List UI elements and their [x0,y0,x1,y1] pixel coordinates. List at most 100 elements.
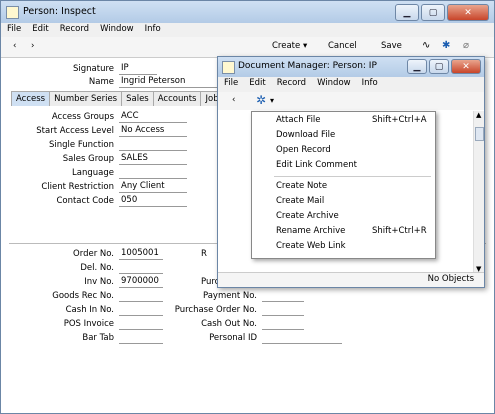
language-label: Language [72,168,114,178]
docmgr-menu-window[interactable]: Window [311,77,356,88]
start-access-level-field[interactable]: No Access [119,125,187,137]
menu-item-edit-link-comment[interactable]: Edit Link Comment [252,158,435,173]
menu-file[interactable]: File [1,23,26,34]
docmgr-app-icon [222,61,235,74]
language-field[interactable] [119,167,187,179]
menu-item-open-record[interactable]: Open Record [252,143,435,158]
inv-no-label: Inv No. [84,277,114,287]
menu-info[interactable]: Info [139,23,166,34]
bar-tab-field[interactable] [119,332,163,344]
tab-sales[interactable]: Sales [121,91,154,106]
docmgr-back-button[interactable]: ‹ [232,95,235,105]
menu-item-shortcut: Shift+Ctrl+R [372,226,427,236]
close-button[interactable]: ✕ [447,4,489,21]
menu-item-create-note[interactable]: Create Note [252,179,435,194]
payment-no-label: Payment No. [202,291,257,301]
docmgr-status-bar: No Objects [218,272,484,287]
sales-group-label: Sales Group [62,154,114,164]
purchase-order-no-label: Purchase Order No. [174,305,257,315]
window-title: Person: Inspect [23,6,96,17]
docmgr-maximize-button[interactable]: ▢ [429,59,449,74]
contact-code-label: Contact Code [56,196,114,206]
maximize-button[interactable]: ▢ [421,4,445,21]
save-button[interactable]: Save [381,41,402,51]
menu-item-rename-archive[interactable]: Rename Archive Shift+Ctrl+R [252,224,435,239]
personal-id-field[interactable] [262,332,342,344]
docmgr-menu-edit[interactable]: Edit [243,77,270,88]
cancel-button[interactable]: Cancel [328,41,357,51]
title-bar[interactable]: Person: Inspect ▁ ▢ ✕ [1,1,494,24]
cash-out-no-field[interactable] [262,318,304,330]
signature-icon[interactable]: ∿ [422,40,430,51]
docmgr-title-bar[interactable]: Document Manager: Person: IP ▁ ▢ ✕ [218,57,484,78]
docmgr-menu-info[interactable]: Info [356,77,383,88]
menu-item-label: Download File [276,130,336,140]
paperclip-icon[interactable]: ⌀ [463,40,469,51]
menu-item-label: Create Archive [276,211,339,221]
maximize-icon: ▢ [428,7,438,18]
menu-item-shortcut: Shift+Ctrl+A [372,115,427,125]
tab-number-series[interactable]: Number Series [49,91,123,106]
docmgr-minimize-button[interactable]: ▁ [407,59,427,74]
client-restriction-field[interactable]: Any Client [119,181,187,193]
payment-no-field[interactable] [262,290,304,302]
menu-item-label: Create Web Link [276,241,346,251]
maximize-icon: ▢ [434,61,444,72]
purchase-order-no-field[interactable] [262,304,304,316]
toolbar: ‹ › Create ▾ Cancel Save ∿ ✱ ⌀ [1,37,494,58]
single-function-field[interactable] [119,139,187,151]
docmgr-menu-bar: File Edit Record Window Info [218,77,484,92]
single-function-label: Single Function [49,140,114,150]
menu-window[interactable]: Window [94,23,139,34]
minimize-icon: ▁ [413,61,421,72]
signature-field[interactable]: IP [119,63,157,75]
del-no-label: Del. No. [80,263,114,273]
del-no-field[interactable] [119,262,163,274]
goods-rec-no-label: Goods Rec No. [52,291,114,301]
menu-item-label: Create Mail [276,196,325,206]
sales-group-field[interactable]: SALES [119,153,187,165]
access-groups-field[interactable]: ACC [119,111,187,123]
menu-item-attach-file[interactable]: Attach File Shift+Ctrl+A [252,113,435,128]
menu-item-create-web-link[interactable]: Create Web Link [252,239,435,254]
docmgr-menu-record[interactable]: Record [271,77,311,88]
gear-dropdown-arrow-icon[interactable]: ▾ [270,96,274,105]
cash-in-no-field[interactable] [119,304,163,316]
docmgr-close-button[interactable]: ✕ [451,59,481,74]
docmgr-toolbar: ‹ ✲ ▾ [218,92,484,110]
menu-edit[interactable]: Edit [26,23,53,34]
pos-invoice-field[interactable] [119,318,163,330]
status-text: No Objects [427,274,474,284]
back-button[interactable]: ‹ [13,41,16,51]
create-button[interactable]: Create ▾ [272,41,307,51]
scroll-up-icon[interactable]: ▲ [476,111,481,119]
menu-item-label: Open Record [276,145,331,155]
bar-tab-label: Bar Tab [82,333,114,343]
tab-access[interactable]: Access [11,91,51,106]
docmgr-menu-file[interactable]: File [218,77,243,88]
order-no-field[interactable]: 1005001 [119,248,163,260]
cash-in-no-label: Cash In No. [65,305,114,315]
menu-item-create-archive[interactable]: Create Archive [252,209,435,224]
forward-button[interactable]: › [31,41,34,51]
minimize-button[interactable]: ▁ [395,4,419,21]
dropdown-arrow-icon: ▾ [302,41,308,51]
contact-code-field[interactable]: 050 [119,195,187,207]
menu-item-download-file[interactable]: Download File [252,128,435,143]
menu-item-label: Attach File [276,115,321,125]
gear-icon[interactable]: ✲ [256,93,266,107]
actions-popup-menu: Attach File Shift+Ctrl+A Download File Op… [251,111,436,259]
docmgr-scrollbar[interactable]: ▲ ▼ [473,111,484,273]
start-access-level-label: Start Access Level [36,126,114,136]
menu-bar: File Edit Record Window Info [1,23,494,37]
minimize-icon: ▁ [403,7,411,18]
order-no-label: Order No. [73,249,114,259]
menu-item-create-mail[interactable]: Create Mail [252,194,435,209]
inv-no-field[interactable]: 9700000 [119,276,163,288]
connect-icon[interactable]: ✱ [442,40,450,51]
tab-accounts[interactable]: Accounts [152,91,202,106]
goods-rec-no-field[interactable] [119,290,163,302]
menu-record[interactable]: Record [54,23,94,34]
name-field[interactable]: Ingrid Peterson [119,76,219,88]
scroll-thumb[interactable] [475,127,484,141]
